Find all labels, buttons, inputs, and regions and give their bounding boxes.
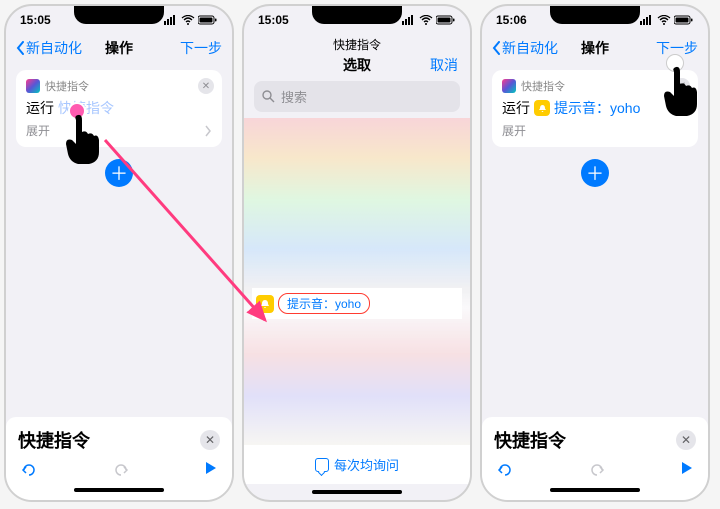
- status-icons: [640, 15, 694, 25]
- redo-button[interactable]: [588, 461, 606, 482]
- remove-action-button[interactable]: ✕: [198, 78, 214, 94]
- search-placeholder: 搜索: [281, 87, 307, 106]
- home-indicator: [74, 488, 164, 492]
- card-app-label: 快捷指令: [521, 78, 565, 94]
- battery-icon: [198, 15, 218, 25]
- shortcut-list[interactable]: 提示音：yoho: [244, 118, 470, 445]
- home-indicator: [312, 490, 402, 494]
- back-label: 新自动化: [502, 38, 558, 58]
- play-button[interactable]: [680, 461, 694, 482]
- shortcut-chip: 提示音：yoho: [278, 293, 370, 314]
- modal-title-small: 快捷指令: [333, 36, 381, 53]
- status-time: 15:05: [258, 13, 289, 27]
- search-icon: [262, 90, 275, 103]
- phone-screen-2: 15:05 快捷指令 选取 取消 搜索 提示音：yoho 每次均询问: [242, 4, 472, 502]
- expand-label[interactable]: 展开: [502, 122, 526, 139]
- ask-each-time-button[interactable]: 每次均询问: [244, 445, 470, 484]
- expand-label[interactable]: 展开: [26, 122, 50, 139]
- selected-shortcut[interactable]: 提示音：yoho: [554, 98, 640, 118]
- chevron-left-icon: [16, 41, 26, 55]
- modal-title: 选取: [343, 55, 371, 75]
- phone-screen-1: 15:05 新自动化 操作 下一步 快捷指令 ✕ 运行 快捷指令 展开 ＋: [4, 4, 234, 502]
- dock-close-button[interactable]: ✕: [676, 430, 696, 450]
- bottom-dock: 快捷指令 ✕: [6, 417, 232, 500]
- dock-close-button[interactable]: ✕: [200, 430, 220, 450]
- bell-icon: [256, 295, 274, 313]
- run-label: 运行: [26, 98, 54, 118]
- ask-each-label: 每次均询问: [334, 455, 399, 474]
- bottom-dock: 快捷指令 ✕: [482, 417, 708, 500]
- signal-icon: [164, 15, 178, 25]
- add-action-button[interactable]: ＋: [581, 159, 609, 187]
- undo-button[interactable]: [496, 461, 514, 482]
- nav-bar: 新自动化 操作 下一步: [482, 32, 708, 64]
- undo-button[interactable]: [20, 461, 38, 482]
- back-label: 新自动化: [26, 38, 82, 58]
- search-input[interactable]: 搜索: [254, 81, 460, 112]
- action-card[interactable]: 快捷指令 ✕ 运行 提示音：yoho 展开: [492, 70, 698, 147]
- dock-title: 快捷指令: [18, 427, 90, 453]
- redo-button[interactable]: [112, 461, 130, 482]
- nav-bar: 新自动化 操作 下一步: [6, 32, 232, 64]
- modal-header: 选取 取消: [244, 55, 470, 81]
- notch: [550, 6, 640, 24]
- wifi-icon: [181, 15, 195, 25]
- speech-bubble-icon: [315, 458, 329, 472]
- remove-action-button[interactable]: ✕: [674, 78, 690, 94]
- status-time: 15:06: [496, 13, 527, 27]
- play-button[interactable]: [204, 461, 218, 482]
- home-indicator: [550, 488, 640, 492]
- phone-screen-3: 15:06 新自动化 操作 下一步 快捷指令 ✕ 运行 提示音：yoho 展开: [480, 4, 710, 502]
- chevron-right-icon: [204, 125, 212, 137]
- modal-header-small: 快捷指令: [244, 32, 470, 55]
- back-button[interactable]: 新自动化: [492, 38, 558, 58]
- action-card[interactable]: 快捷指令 ✕ 运行 快捷指令 展开: [16, 70, 222, 147]
- run-label: 运行: [502, 98, 530, 118]
- status-icons: [164, 15, 218, 25]
- next-button[interactable]: 下一步: [180, 38, 222, 58]
- card-app-label: 快捷指令: [45, 78, 89, 94]
- bell-icon: [534, 100, 550, 116]
- shortcut-row-selected[interactable]: 提示音：yoho: [252, 288, 462, 319]
- status-time: 15:05: [20, 13, 51, 27]
- notch: [74, 6, 164, 24]
- cancel-button[interactable]: 取消: [430, 55, 458, 75]
- dock-title: 快捷指令: [494, 427, 566, 453]
- add-action-button[interactable]: ＋: [105, 159, 133, 187]
- shortcuts-app-icon: [502, 79, 516, 93]
- shortcut-placeholder[interactable]: 快捷指令: [58, 98, 114, 118]
- status-icons: [402, 15, 456, 25]
- back-button[interactable]: 新自动化: [16, 38, 82, 58]
- shortcuts-app-icon: [26, 79, 40, 93]
- next-button[interactable]: 下一步: [656, 38, 698, 58]
- notch: [312, 6, 402, 24]
